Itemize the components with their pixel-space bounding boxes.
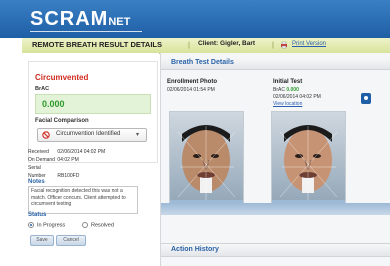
initial-test-title: Initial Test bbox=[273, 79, 303, 85]
result-info-list: Received 02/06/2014 04:02 PM On Demand 0… bbox=[28, 148, 105, 180]
view-location-link[interactable]: View location bbox=[273, 101, 302, 107]
facial-comparison-select[interactable]: Circumvention Identified ▾ bbox=[37, 128, 147, 142]
save-button[interactable]: Save bbox=[30, 235, 54, 246]
action-history-title: Action History bbox=[171, 246, 219, 253]
print-version-link[interactable]: Print Version bbox=[292, 41, 326, 47]
initial-test-brac: BrAC 0.000 bbox=[273, 87, 299, 93]
chevron-down-icon: ▾ bbox=[136, 132, 140, 138]
facial-comparison-label: Facial Comparison bbox=[35, 118, 89, 124]
breath-test-header: Breath Test Details bbox=[161, 58, 390, 70]
received-value: 02/06/2014 04:02 PM bbox=[57, 149, 106, 155]
notes-textarea[interactable]: Facial recognition detected this was not… bbox=[28, 186, 138, 214]
action-history-header[interactable]: Action History bbox=[161, 243, 390, 257]
facial-comparison-value: Circumvention Identified bbox=[56, 131, 121, 137]
app-header: SCRAMNET bbox=[0, 0, 390, 38]
location-pin-icon[interactable] bbox=[361, 93, 371, 104]
breath-test-panel: Breath Test Details Enrollment Photo 02/… bbox=[160, 53, 390, 266]
app-window: SCRAMNET REMOTE BREATH RESULT DETAILS | … bbox=[0, 0, 390, 266]
serial-number-value: RB100FD bbox=[57, 173, 80, 179]
separator: | bbox=[188, 40, 190, 49]
cancel-button[interactable]: Cancel bbox=[56, 235, 86, 246]
brac-value: 0.000 bbox=[42, 99, 65, 109]
enrollment-photo bbox=[169, 111, 244, 213]
prohibited-icon bbox=[42, 131, 50, 139]
separator: | bbox=[272, 40, 274, 49]
brac-value-box: 0.000 bbox=[35, 94, 151, 114]
initial-test-date: 02/06/2014 04:02 PM bbox=[273, 94, 321, 100]
status-resolved-option[interactable]: Resolved bbox=[82, 222, 114, 228]
printer-icon[interactable] bbox=[280, 41, 288, 49]
page-titlebar: REMOTE BREATH RESULT DETAILS | Client: G… bbox=[22, 38, 390, 54]
status-in-progress-option[interactable]: In Progress bbox=[28, 222, 65, 228]
result-sidebar: Circumvented BrAC 0.000 Facial Compariso… bbox=[22, 53, 159, 266]
logo-underline bbox=[30, 31, 142, 32]
radio-selected[interactable] bbox=[28, 222, 34, 228]
enrollment-photo-date: 02/06/2014 01:54 PM bbox=[167, 87, 215, 93]
serial-number-label: Serial Number bbox=[28, 165, 46, 179]
status-label: Status bbox=[28, 212, 47, 218]
radio-unselected[interactable] bbox=[82, 222, 88, 228]
on-demand-label: On Demand bbox=[28, 157, 55, 163]
photo-strip bbox=[161, 203, 390, 215]
enrollment-photo-title: Enrollment Photo bbox=[167, 79, 217, 85]
page-title: REMOTE BREATH RESULT DETAILS bbox=[32, 40, 162, 49]
received-label: Received bbox=[28, 149, 49, 155]
client-name: Client: Gigler, Bart bbox=[198, 40, 256, 47]
breath-test-title: Breath Test Details bbox=[171, 59, 234, 66]
scram-logo: SCRAMNET bbox=[30, 8, 131, 30]
initial-test-photo bbox=[271, 111, 346, 213]
brac-label: BrAC bbox=[35, 86, 50, 92]
result-status-title: Circumvented bbox=[35, 73, 89, 82]
on-demand-value: 04:02 PM bbox=[57, 157, 79, 163]
notes-label: Notes bbox=[28, 179, 45, 185]
